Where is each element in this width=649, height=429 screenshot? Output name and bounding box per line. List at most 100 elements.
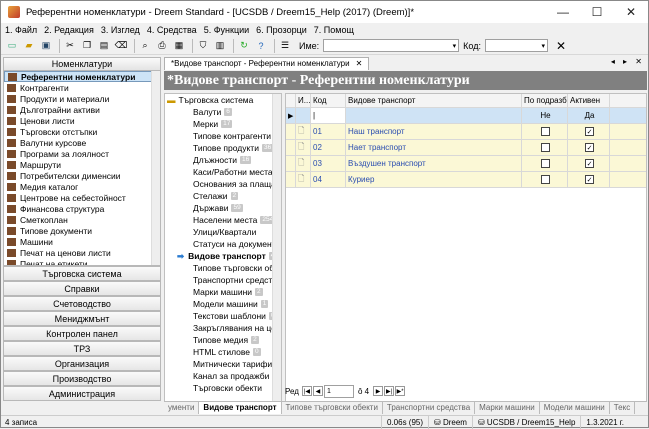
cell-name[interactable]: Въздушен транспорт	[346, 156, 522, 171]
clear-search-icon[interactable]: ✕	[554, 39, 568, 53]
active-checkbox[interactable]: ✓	[585, 159, 594, 168]
module-button[interactable]: Счетоводство	[3, 296, 161, 311]
tree-item[interactable]: Каси/Работни места8	[165, 166, 281, 178]
tree-item[interactable]: Типове търговски обекти	[165, 262, 281, 274]
tree-item[interactable]: Типове медия 2	[165, 334, 281, 346]
cell-code[interactable]: 02	[311, 140, 346, 155]
tree-item[interactable]: Транспортни средства	[165, 274, 281, 286]
copy-icon[interactable]: ❐	[80, 39, 94, 53]
name-search-input[interactable]: ▾	[323, 39, 460, 52]
first-record-icon[interactable]: |◀	[301, 386, 312, 396]
prev-record-icon[interactable]: ◀	[312, 386, 323, 396]
tree-item[interactable]: Марки машини 2	[165, 286, 281, 298]
module-button[interactable]: Търговска система	[3, 266, 161, 281]
new-row[interactable]: ▶ | Не Да	[286, 108, 646, 124]
bottom-tab[interactable]: Текс	[610, 402, 636, 414]
next-record-icon[interactable]: ▶	[373, 386, 384, 396]
nav-item[interactable]: Печат на ценови листи	[4, 247, 160, 258]
tree-scrollbar[interactable]	[272, 94, 281, 404]
col-header-default[interactable]: По подразб.	[522, 94, 568, 107]
new-row-id[interactable]	[296, 108, 311, 123]
help-icon[interactable]: ?	[254, 39, 268, 53]
nav-item[interactable]: Маршрути	[4, 159, 160, 170]
tree-item[interactable]: Стелажи 2	[165, 190, 281, 202]
tree-item[interactable]: Канал за продажби4	[165, 370, 281, 382]
tree-item[interactable]: Закръглявания на цени	[165, 322, 281, 334]
module-button[interactable]: Организация	[3, 356, 161, 371]
print-icon[interactable]: ⎙	[155, 39, 169, 53]
nav-item[interactable]: Потребителски дименсии	[4, 170, 160, 181]
new-row-active[interactable]: Да	[568, 108, 610, 123]
menu-tools[interactable]: 4. Средства	[147, 25, 197, 35]
tree-item[interactable]: Държави 59	[165, 202, 281, 214]
cut-icon[interactable]: ✂	[63, 39, 77, 53]
tree-item[interactable]: Улици/Квартали	[165, 226, 281, 238]
menu-edit[interactable]: 2. Редакция	[44, 25, 94, 35]
menu-help[interactable]: 7. Помощ	[314, 25, 354, 35]
col-header-code[interactable]: Код	[311, 94, 346, 107]
default-checkbox[interactable]	[541, 159, 550, 168]
tab-nav-controls[interactable]: ◂ ▸ ✕	[611, 57, 645, 66]
nav-item[interactable]: Типове документи	[4, 225, 160, 236]
bottom-tab[interactable]: Марки машини	[475, 402, 540, 414]
tree-item[interactable]: Модели машини 1	[165, 298, 281, 310]
cell-name[interactable]: Наш транспорт	[346, 124, 522, 139]
clear-icon[interactable]: ⌫	[114, 39, 128, 53]
record-number-input[interactable]: 1	[323, 384, 354, 398]
bottom-tab[interactable]: Транспортни средства	[383, 402, 476, 414]
table-row[interactable]: 🗋 03 Въздушен транспорт ✓	[286, 156, 646, 172]
nav-item[interactable]: Програми за лоялност	[4, 148, 160, 159]
nav-item[interactable]: Ценови листи	[4, 115, 160, 126]
panel-header[interactable]: Номенклатури	[3, 57, 161, 71]
bottom-tab[interactable]: ументи	[164, 402, 200, 414]
preview-icon[interactable]: ▦	[172, 39, 186, 53]
active-checkbox[interactable]: ✓	[585, 127, 594, 136]
tab-close-icon[interactable]: ✕	[356, 58, 363, 70]
new-row-code[interactable]: |	[311, 108, 346, 123]
tree-item[interactable]: Текстови шаблони0	[165, 310, 281, 322]
menu-view[interactable]: 3. Изглед	[101, 25, 140, 35]
new-record-icon[interactable]: ▶*	[395, 386, 406, 396]
tree-root[interactable]: ▬ Търговска система	[165, 94, 281, 106]
tree-item[interactable]: Търговски обекти	[165, 382, 281, 394]
default-checkbox[interactable]	[541, 127, 550, 136]
module-button[interactable]: Мениджмънт	[3, 311, 161, 326]
tree-item[interactable]: Статуси на документи	[165, 238, 281, 250]
cell-code[interactable]: 01	[311, 124, 346, 139]
refresh-icon[interactable]: ↻	[237, 39, 251, 53]
tree-item[interactable]: Мерки 17	[165, 118, 281, 130]
col-header-id[interactable]: И...	[296, 94, 311, 107]
tree-item[interactable]: Митнически тарифи	[165, 358, 281, 370]
table-row[interactable]: 🗋 02 Нает транспорт ✓	[286, 140, 646, 156]
cell-name[interactable]: Нает транспорт	[346, 140, 522, 155]
menu-windows[interactable]: 6. Прозорци	[256, 25, 307, 35]
columns-icon[interactable]: ☰	[278, 39, 292, 53]
nav-item[interactable]: Дълготрайни активи	[4, 104, 160, 115]
tree-item[interactable]: Основания за плащане	[165, 178, 281, 190]
col-header-name[interactable]: Видове транспорт	[346, 94, 522, 107]
new-row-name[interactable]	[346, 108, 522, 123]
nav-item[interactable]: Медия каталог	[4, 181, 160, 192]
save-icon[interactable]: ▣	[39, 39, 53, 53]
tree-item[interactable]: ➡Видове транспорт4	[165, 250, 281, 262]
bottom-tab[interactable]: Типове търговски обекти	[282, 402, 383, 414]
menu-functions[interactable]: 5. Функции	[204, 25, 249, 35]
new-icon[interactable]: ▭	[5, 39, 19, 53]
active-checkbox[interactable]: ✓	[585, 143, 594, 152]
active-checkbox[interactable]: ✓	[585, 175, 594, 184]
cell-code[interactable]: 04	[311, 172, 346, 187]
default-checkbox[interactable]	[541, 175, 550, 184]
nav-item[interactable]: Валутни курсове	[4, 137, 160, 148]
nav-item[interactable]: Печат на етикети	[4, 258, 160, 265]
tree-item[interactable]: Валути 6	[165, 106, 281, 118]
filter-icon[interactable]: ⛉	[196, 39, 210, 53]
bottom-tab[interactable]: Модели машини	[540, 402, 610, 414]
nav-item[interactable]: Машини	[4, 236, 160, 247]
tree-item[interactable]: Типове продукти 36	[165, 142, 281, 154]
module-button[interactable]: Справки	[3, 281, 161, 296]
layout-icon[interactable]: ▥	[213, 39, 227, 53]
default-checkbox[interactable]	[541, 143, 550, 152]
table-row[interactable]: 🗋 01 Наш транспорт ✓	[286, 124, 646, 140]
maximize-icon[interactable]: ☐	[580, 1, 614, 23]
nav-item[interactable]: Сметкоплан	[4, 214, 160, 225]
